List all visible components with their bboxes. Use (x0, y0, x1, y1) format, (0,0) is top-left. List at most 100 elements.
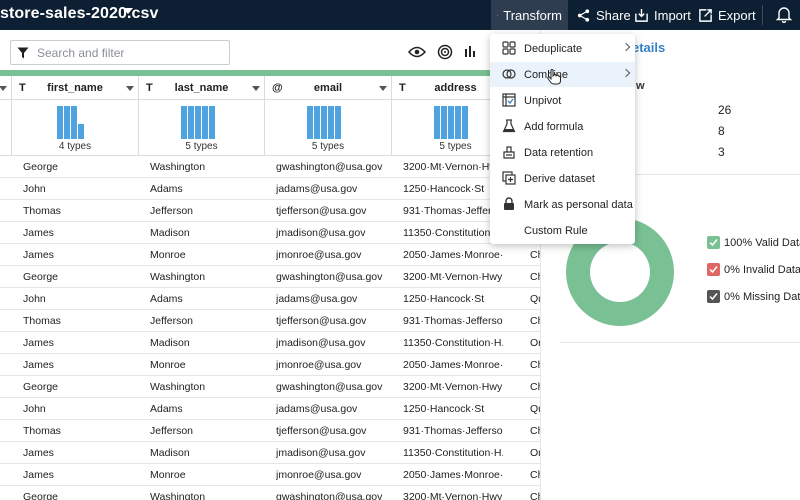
table-cell[interactable]: John (23, 183, 133, 195)
table-cell[interactable]: Thomas (23, 315, 133, 327)
table-row[interactable]: George Washington gwashington@usa.gov 3200·… (0, 376, 542, 398)
table-cell[interactable]: jmonroe@usa.gov (276, 249, 391, 261)
column-header-last-name[interactable]: T last_name (139, 76, 265, 100)
column-stats-first-name[interactable]: 4 types (12, 100, 139, 156)
table-cell[interactable]: 931·Thomas·Jefferson... (403, 205, 503, 217)
export-button[interactable]: Export (692, 0, 762, 30)
menu-item-mark-personal[interactable]: Mark as personal data (490, 192, 635, 217)
table-cell[interactable]: 11350·Constitution·H... (403, 447, 503, 459)
table-cell[interactable]: George (23, 381, 133, 393)
table-cell[interactable]: James (23, 469, 133, 481)
table-cell[interactable]: tjefferson@usa.gov (276, 315, 391, 327)
chevron-down-icon[interactable] (379, 86, 387, 91)
table-row[interactable]: John Adams jadams@usa.gov 1250·Hancock·St (0, 178, 540, 200)
table-cell[interactable]: Madison (150, 447, 260, 459)
table-cell[interactable]: Washington (150, 491, 260, 500)
transform-button[interactable]: Transform (491, 0, 568, 30)
menu-item-custom-rule[interactable]: Custom Rule (490, 218, 635, 243)
table-row[interactable]: Thomas Jefferson tjefferson@usa.gov 931·Tho… (0, 420, 542, 442)
table-row[interactable]: James Madison jmadison@usa.gov 11350·Consti… (0, 222, 540, 244)
table-cell[interactable]: 3200·Mt·Vernon·Hwy (403, 161, 503, 173)
table-cell[interactable]: Jefferson (150, 425, 260, 437)
table-cell[interactable]: 2050·James·Monroe·P... (403, 469, 503, 481)
menu-item-add-formula[interactable]: Add formula (490, 114, 635, 139)
table-cell[interactable]: John (23, 293, 133, 305)
table-cell[interactable]: Washington (150, 271, 260, 283)
menu-item-unpivot[interactable]: Unpivot (490, 88, 635, 113)
table-cell[interactable]: 11350·Constitution·H... (403, 227, 503, 239)
table-cell[interactable]: 3200·Mt·Vernon·Hwy (403, 491, 503, 500)
table-cell[interactable]: Monroe (150, 249, 260, 261)
table-cell[interactable]: George (23, 161, 133, 173)
table-cell[interactable]: James (23, 359, 133, 371)
table-cell[interactable]: jmadison@usa.gov (276, 337, 391, 349)
table-row[interactable]: George Washington gwashington@usa.gov 3200·… (0, 156, 540, 178)
chevron-down-icon[interactable] (0, 86, 7, 91)
column-header-partial[interactable] (0, 76, 12, 100)
table-cell[interactable]: jadams@usa.gov (276, 183, 391, 195)
table-cell[interactable]: jmadison@usa.gov (276, 227, 391, 239)
histogram-icon[interactable] (464, 45, 478, 59)
column-stats-email[interactable]: 5 types (265, 100, 392, 156)
menu-item-combine[interactable]: Combine (490, 62, 635, 87)
table-row[interactable]: JohnAdamsjadams@usa.gov1250·Hancock·StQu (0, 288, 542, 310)
table-row[interactable]: George Washington gwashington@usa.gov 3200·… (0, 266, 542, 288)
table-cell[interactable]: 2050·James·Monroe·P... (403, 249, 503, 261)
table-cell[interactable]: Monroe (150, 359, 260, 371)
share-button[interactable]: Share (570, 0, 637, 30)
table-cell[interactable]: Washington (150, 161, 260, 173)
column-header-first-name[interactable]: T first_name (12, 76, 139, 100)
table-cell[interactable]: Thomas (23, 205, 133, 217)
table-cell[interactable]: 1250·Hancock·St (403, 403, 503, 415)
table-cell[interactable]: gwashington@usa.gov (276, 381, 391, 393)
search-input[interactable]: Search and filter (10, 40, 230, 65)
table-cell[interactable]: 931·Thomas·Jefferson... (403, 315, 503, 327)
table-cell[interactable]: Adams (150, 293, 260, 305)
import-button[interactable]: Import (628, 0, 697, 30)
chevron-down-icon[interactable] (126, 86, 134, 91)
table-cell[interactable]: jmadison@usa.gov (276, 447, 391, 459)
table-cell[interactable]: Thomas (23, 425, 133, 437)
target-icon[interactable] (437, 44, 453, 60)
table-cell[interactable]: Adams (150, 403, 260, 415)
table-cell[interactable]: Adams (150, 183, 260, 195)
table-cell[interactable]: gwashington@usa.gov (276, 161, 391, 173)
table-cell[interactable]: Madison (150, 227, 260, 239)
bell-icon[interactable] (776, 6, 792, 23)
table-cell[interactable]: 3200·Mt·Vernon·Hwy (403, 271, 503, 283)
table-cell[interactable]: Jefferson (150, 205, 260, 217)
table-row[interactable]: James Madison jmadison@usa.gov 11350·Consti… (0, 442, 542, 464)
table-row[interactable]: George Washington gwashington@usa.gov 3200·… (0, 486, 542, 500)
table-cell[interactable]: 1250·Hancock·St (403, 293, 503, 305)
table-cell[interactable]: tjefferson@usa.gov (276, 205, 391, 217)
table-cell[interactable]: jmonroe@usa.gov (276, 359, 391, 371)
table-row[interactable]: James Monroe jmonroe@usa.gov 2050·James·Mon… (0, 354, 542, 376)
table-row[interactable]: James Madison jmadison@usa.gov 11350·Consti… (0, 332, 542, 354)
table-cell[interactable]: George (23, 491, 133, 500)
table-cell[interactable]: 1250·Hancock·St (403, 183, 503, 195)
table-cell[interactable]: tjefferson@usa.gov (276, 425, 391, 437)
table-row[interactable]: Thomas Jefferson tjefferson@usa.gov 931·Tho… (0, 310, 542, 332)
table-cell[interactable]: jadams@usa.gov (276, 403, 391, 415)
table-cell[interactable]: James (23, 447, 133, 459)
table-row[interactable]: James Monroe jmonroe@usa.gov 2050·James·Mon… (0, 244, 542, 266)
table-cell[interactable]: jmonroe@usa.gov (276, 469, 391, 481)
table-cell[interactable]: jadams@usa.gov (276, 293, 391, 305)
column-header-email[interactable]: @ email (265, 76, 392, 100)
table-row[interactable]: Thomas Jefferson tjefferson@usa.gov 931·Tho… (0, 200, 540, 222)
table-cell[interactable]: John (23, 403, 133, 415)
column-stats-last-name[interactable]: 5 types (139, 100, 265, 156)
table-cell[interactable]: gwashington@usa.gov (276, 271, 391, 283)
table-cell[interactable]: George (23, 271, 133, 283)
table-cell[interactable]: Monroe (150, 469, 260, 481)
table-cell[interactable]: 2050·James·Monroe·P... (403, 359, 503, 371)
menu-item-data-retention[interactable]: Data retention (490, 140, 635, 165)
chevron-down-icon[interactable] (123, 8, 133, 14)
table-row[interactable]: James Monroe jmonroe@usa.gov 2050·James·Mon… (0, 464, 542, 486)
table-cell[interactable]: Jefferson (150, 315, 260, 327)
table-cell[interactable]: 931·Thomas·Jefferson... (403, 425, 503, 437)
file-name[interactable]: store-sales-2020.csv (0, 5, 159, 23)
chevron-down-icon[interactable] (252, 86, 260, 91)
table-row[interactable]: JohnAdamsjadams@usa.gov1250·Hancock·StQu (0, 398, 542, 420)
table-cell[interactable]: 3200·Mt·Vernon·Hwy (403, 381, 503, 393)
